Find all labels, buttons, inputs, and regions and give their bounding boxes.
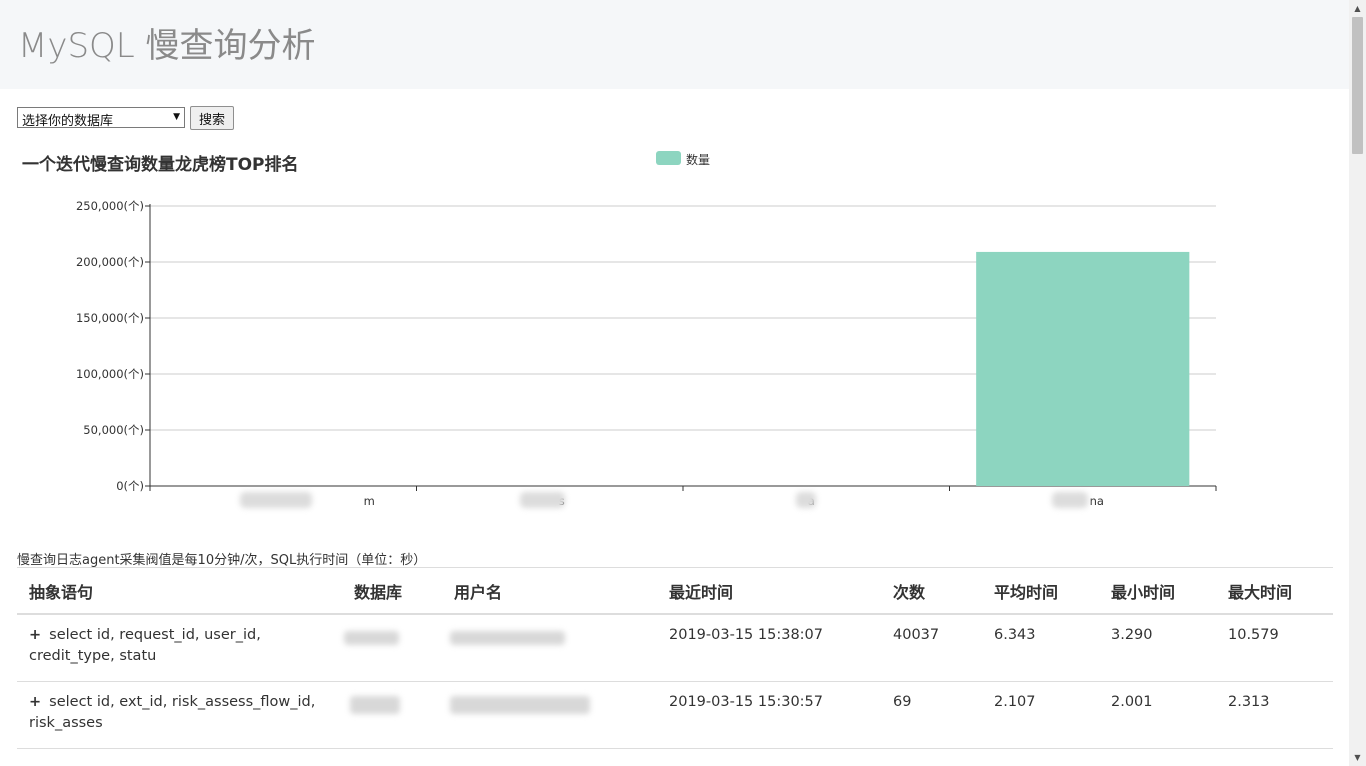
- redacted-database: [350, 696, 400, 714]
- header-min-time[interactable]: 最小时间: [1099, 567, 1216, 615]
- header-statement[interactable]: 抽象语句: [17, 567, 342, 615]
- max-time-cell: 10.579: [1216, 614, 1333, 682]
- statement-text: select id, request_id, user_id, credit_t…: [29, 627, 261, 664]
- scroll-up-icon[interactable]: ▲: [1349, 0, 1366, 17]
- last-time-cell: 2019-03-15 15:30:57: [657, 681, 881, 749]
- y-tick-label: 50,000(个): [83, 423, 144, 437]
- database-select[interactable]: 选择你的数据库 ▼: [17, 107, 185, 128]
- header-last-time[interactable]: 最近时间: [657, 567, 881, 615]
- y-tick-label: 100,000(个): [76, 367, 144, 381]
- statement-text: select id, ext_id, risk_assess_flow_id, …: [29, 694, 316, 731]
- username-cell: [442, 681, 657, 749]
- last-time-cell: 2019-03-15 15:38:07: [657, 614, 881, 682]
- y-tick-label: 150,000(个): [76, 311, 144, 325]
- vertical-scrollbar[interactable]: ▲ ▼: [1349, 0, 1366, 766]
- redacted-label: [796, 492, 816, 508]
- min-time-cell: 2.001: [1099, 681, 1216, 749]
- page-title: MySQL 慢查询分析: [18, 26, 316, 66]
- table-row[interactable]: + select id, request_id, user_id, credit_…: [17, 614, 1333, 682]
- redacted-username: [450, 696, 590, 714]
- table-row[interactable]: + select id, ext_id, risk_assess_flow_id,…: [17, 681, 1333, 749]
- count-cell: 69: [881, 681, 982, 749]
- database-cell: [342, 681, 442, 749]
- scroll-down-icon[interactable]: ▼: [1349, 749, 1366, 766]
- dropdown-arrow-icon: ▼: [173, 112, 180, 122]
- avg-time-cell: 2.107: [982, 681, 1099, 749]
- y-tick-label: 0(个): [116, 479, 144, 493]
- bar-chart: 0(个) 50,000(个) 100,000(个) 150,000(个) 200,000…: [76, 199, 1217, 508]
- x-tick-label: na: [1090, 494, 1104, 508]
- redacted-database: [344, 631, 399, 645]
- redacted-label: [240, 492, 312, 508]
- header-count[interactable]: 次数: [881, 567, 982, 615]
- header-database[interactable]: 数据库: [342, 567, 442, 615]
- search-button[interactable]: 搜索: [190, 106, 234, 130]
- redacted-label: [520, 492, 565, 508]
- header-username[interactable]: 用户名: [442, 567, 657, 615]
- chart-title: 一个迭代慢查询数量龙虎榜TOP排名: [22, 155, 299, 175]
- redacted-label: [1052, 492, 1088, 508]
- y-tick-label: 250,000(个): [76, 199, 144, 213]
- bar: [976, 251, 1190, 486]
- avg-time-cell: 6.343: [982, 614, 1099, 682]
- header-max-time[interactable]: 最大时间: [1216, 567, 1333, 615]
- database-cell: [342, 614, 442, 682]
- max-time-cell: 2.313: [1216, 681, 1333, 749]
- table-header-row: 抽象语句 数据库 用户名 最近时间 次数 平均时间 最小时间 最大时间: [17, 567, 1333, 615]
- statement-cell[interactable]: + select id, request_id, user_id, credit_…: [17, 614, 342, 682]
- x-tick-label: m: [364, 494, 375, 508]
- redacted-username: [450, 631, 565, 645]
- header-avg-time[interactable]: 平均时间: [982, 567, 1099, 615]
- min-time-cell: 3.290: [1099, 614, 1216, 682]
- header-banner: MySQL 慢查询分析: [0, 0, 1349, 89]
- count-cell: 40037: [881, 614, 982, 682]
- database-select-value: 选择你的数据库: [22, 114, 114, 128]
- legend-label: 数量: [686, 153, 711, 167]
- y-tick-label: 200,000(个): [76, 255, 144, 269]
- scroll-thumb[interactable]: [1352, 17, 1363, 154]
- slow-query-table: 抽象语句 数据库 用户名 最近时间 次数 平均时间 最小时间 最大时间 + sel…: [17, 567, 1333, 749]
- legend-swatch: [656, 151, 681, 165]
- statement-cell[interactable]: + select id, ext_id, risk_assess_flow_id,…: [17, 681, 342, 749]
- username-cell: [442, 614, 657, 682]
- expand-plus-icon[interactable]: +: [29, 625, 41, 646]
- expand-plus-icon[interactable]: +: [29, 692, 41, 713]
- threshold-note: 慢查询日志agent采集阀值是每10分钟/次，SQL执行时间（单位：秒）: [17, 553, 427, 568]
